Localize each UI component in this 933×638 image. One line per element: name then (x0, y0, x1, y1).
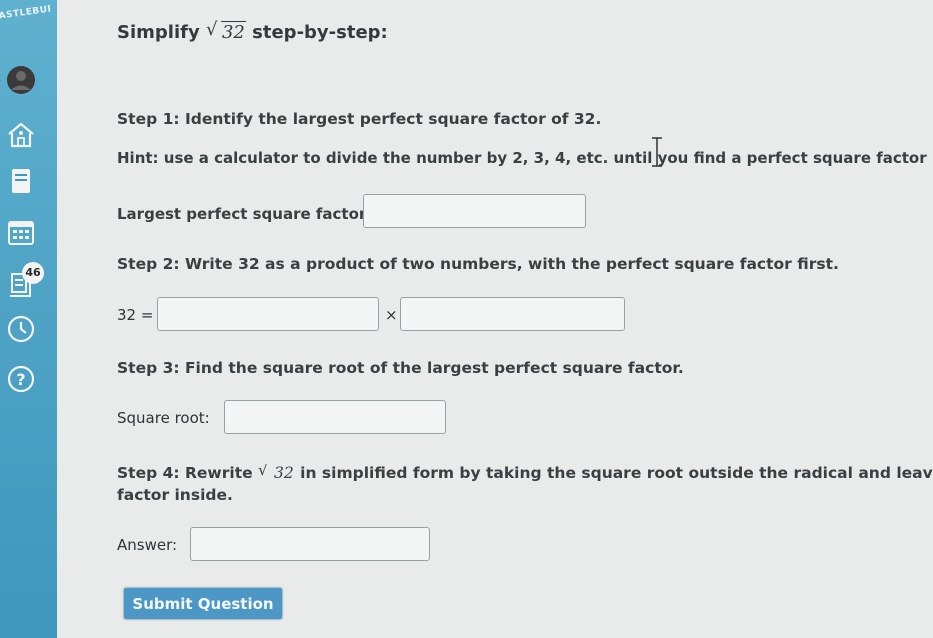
answer-label: Answer: (117, 536, 178, 554)
step3-text: Find the square root of the largest perf… (184, 359, 684, 377)
svg-text:?: ? (16, 370, 25, 389)
submit-question-button[interactable]: Submit Question (124, 588, 282, 619)
title-prefix: Simplify (117, 22, 200, 43)
text-cursor-icon (652, 137, 662, 167)
question-panel: Simplify √ 32 step-by-step: Step 1: Ident… (57, 0, 933, 638)
step1-field-label: Largest perfect square factor: (117, 205, 373, 223)
step4-text-line2: factor inside. (117, 486, 233, 504)
notebook-icon[interactable] (6, 166, 36, 196)
step3-instruction: Step 3: Find the square root of the larg… (117, 359, 684, 377)
step4-label: Step 4: (117, 464, 180, 482)
step2-lhs: 32 = (117, 306, 154, 324)
step2-text: Write 32 as a product of two numbers, wi… (184, 255, 839, 273)
times-sign: × (385, 306, 398, 324)
avatar-icon[interactable] (6, 65, 36, 95)
home-icon[interactable] (6, 120, 36, 150)
step1-hint: Hint: use a calculator to divide the num… (117, 149, 927, 167)
clock-icon[interactable] (6, 314, 36, 344)
step4-radicand: 32 (273, 464, 295, 482)
step4-sqrt-expression: √ 32 (258, 464, 295, 482)
step4-text-after: in simplified form by taking the square … (300, 464, 933, 482)
answer-input[interactable] (190, 527, 430, 561)
question-title: Simplify √ 32 step-by-step: (117, 19, 388, 43)
step4-text-before: Rewrite (184, 464, 253, 482)
sidebar-nav: ASTLEBURY 46 ? (0, 0, 57, 638)
radical-sign-icon: √ (258, 464, 268, 479)
help-icon[interactable]: ? (6, 364, 36, 394)
sqrt-expression: √ 32 (205, 19, 246, 43)
step1-instruction: Step 1: Identify the largest perfect squ… (117, 110, 601, 128)
title-suffix: step-by-step: (252, 22, 388, 43)
step1-label: Step 1: (117, 110, 180, 128)
step2-instruction: Step 2: Write 32 as a product of two num… (117, 255, 839, 273)
square-root-input[interactable] (224, 400, 446, 434)
factor2-input[interactable] (400, 297, 625, 331)
step4-instruction: Step 4: Rewrite √ 32 in simplified form b… (117, 464, 933, 482)
calendar-icon[interactable] (6, 218, 36, 248)
step1-text: Identify the largest perfect square fact… (184, 110, 602, 128)
notification-badge: 46 (22, 262, 44, 284)
factor1-input[interactable] (157, 297, 379, 331)
largest-square-factor-input[interactable] (363, 194, 586, 228)
radicand: 32 (220, 21, 246, 43)
step3-field-label: Square root: (117, 409, 210, 427)
radical-sign-icon: √ (205, 19, 218, 40)
step2-label: Step 2: (117, 255, 180, 273)
step3-label: Step 3: (117, 359, 180, 377)
school-logo: ASTLEBURY (0, 4, 54, 22)
